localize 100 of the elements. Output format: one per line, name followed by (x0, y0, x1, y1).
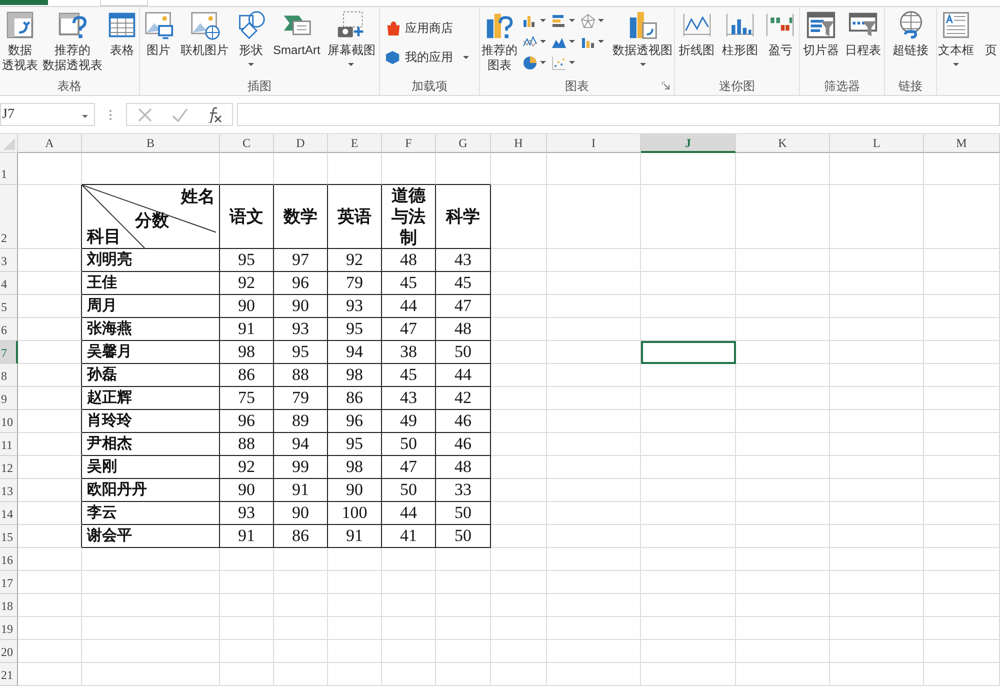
column-header[interactable]: D (274, 134, 328, 153)
table-cell[interactable]: 数学 (274, 185, 328, 249)
table-cell[interactable]: 41 (382, 525, 436, 548)
row-header[interactable]: 4 (0, 272, 18, 295)
formula-field[interactable] (237, 103, 1000, 126)
table-cell[interactable]: 99 (274, 456, 328, 479)
table-cell[interactable]: 96 (274, 272, 328, 295)
column-header[interactable]: G (436, 134, 491, 153)
table-cell[interactable]: 89 (274, 410, 328, 433)
row-header[interactable]: 3 (0, 249, 18, 272)
select-all-corner[interactable] (0, 134, 18, 153)
column-header[interactable]: M (924, 134, 1000, 153)
column-header[interactable]: L (830, 134, 924, 153)
table-cell[interactable]: 44 (436, 364, 491, 387)
table-cell[interactable]: 38 (382, 341, 436, 364)
name-box[interactable]: J7 (0, 103, 95, 126)
table-cell[interactable]: 50 (436, 525, 491, 548)
table-cell[interactable]: 95 (328, 318, 382, 341)
ribbon-button[interactable]: SmartArt (272, 7, 322, 58)
table-cell[interactable]: 96 (328, 410, 382, 433)
column-header[interactable]: A (18, 134, 82, 153)
table-cell[interactable]: 50 (382, 433, 436, 456)
table-cell[interactable]: 79 (274, 387, 328, 410)
table-cell[interactable]: 张海燕 (82, 318, 220, 341)
row-header[interactable]: 11 (0, 433, 18, 456)
ribbon-button[interactable]: 盈亏 (764, 7, 796, 58)
table-cell[interactable]: 91 (220, 525, 274, 548)
ribbon-button[interactable]: 联机图片 (180, 7, 230, 58)
row-header[interactable]: 12 (0, 456, 18, 479)
table-cell[interactable]: 92 (220, 272, 274, 295)
row-header[interactable]: 6 (0, 318, 18, 341)
table-cell[interactable]: 86 (220, 364, 274, 387)
row-header[interactable]: 8 (0, 364, 18, 387)
table-cell[interactable]: 吴馨月 (82, 341, 220, 364)
ribbon-tab[interactable] (100, 0, 148, 6)
row-header[interactable]: 17 (0, 571, 18, 594)
table-cell[interactable]: 尹相杰 (82, 433, 220, 456)
table-cell[interactable]: 86 (274, 525, 328, 548)
table-cell[interactable]: 谢会平 (82, 525, 220, 548)
ribbon-button[interactable]: 页 (975, 7, 1000, 58)
row-header[interactable]: 18 (0, 594, 18, 617)
table-cell[interactable]: 47 (436, 295, 491, 318)
table-cell[interactable]: 50 (436, 341, 491, 364)
ribbon-button[interactable]: 形状 (234, 7, 267, 67)
ribbon-button[interactable]: 屏幕截图 (326, 7, 376, 67)
row-header[interactable]: 2 (0, 185, 18, 249)
table-cell[interactable]: 94 (274, 433, 328, 456)
row-header[interactable]: 15 (0, 525, 18, 548)
file-tab[interactable] (0, 0, 48, 5)
table-cell[interactable]: 90 (220, 295, 274, 318)
table-cell[interactable]: 86 (328, 387, 382, 410)
table-cell[interactable]: 48 (436, 456, 491, 479)
table-cell[interactable]: 100 (328, 502, 382, 525)
ribbon-button[interactable]: 推荐的 数据透视表 (41, 7, 104, 73)
table-cell[interactable]: 43 (436, 249, 491, 272)
row-header[interactable]: 16 (0, 548, 18, 571)
row-header[interactable]: 7 (0, 341, 18, 364)
ribbon-button[interactable]: 文本框 (937, 7, 975, 67)
table-cell[interactable]: 科学 (436, 185, 491, 249)
row-header[interactable]: 21 (0, 663, 18, 686)
column-header[interactable]: H (491, 134, 547, 153)
column-header[interactable]: C (220, 134, 274, 153)
row-header[interactable]: 1 (0, 153, 18, 185)
table-cell[interactable]: 欧阳丹丹 (82, 479, 220, 502)
table-cell[interactable]: 95 (274, 341, 328, 364)
table-cell[interactable]: 45 (382, 272, 436, 295)
table-cell[interactable]: 46 (436, 433, 491, 456)
table-cell[interactable]: 47 (382, 318, 436, 341)
table-cell[interactable]: 48 (382, 249, 436, 272)
dialog-launcher-icon[interactable] (662, 82, 670, 90)
table-cell[interactable]: 44 (382, 502, 436, 525)
ribbon-button[interactable]: 应用商店 (384, 17, 455, 40)
column-header[interactable]: K (736, 134, 830, 153)
table-cell[interactable]: 79 (328, 272, 382, 295)
table-cell[interactable]: 王佳 (82, 272, 220, 295)
table-cell[interactable]: 93 (220, 502, 274, 525)
table-cell[interactable]: 92 (328, 249, 382, 272)
ribbon-button[interactable]: 我的应用 (384, 46, 471, 69)
table-cell[interactable]: 语文 (220, 185, 274, 249)
table-cell[interactable]: 42 (436, 387, 491, 410)
table-cell[interactable]: 43 (382, 387, 436, 410)
table-cell[interactable]: 45 (436, 272, 491, 295)
selected-cell[interactable] (641, 341, 736, 364)
table-cell[interactable]: 道德与法制 (382, 185, 436, 249)
table-cell[interactable]: 98 (328, 364, 382, 387)
table-cell[interactable]: 91 (220, 318, 274, 341)
checkmark-icon[interactable] (172, 106, 188, 122)
function-icon[interactable] (206, 106, 222, 122)
table-cell[interactable]: 93 (274, 318, 328, 341)
table-cell[interactable]: 90 (274, 502, 328, 525)
table-cell[interactable]: 90 (220, 479, 274, 502)
table-cell[interactable]: 周月 (82, 295, 220, 318)
table-cell[interactable]: 91 (328, 525, 382, 548)
cancel-icon[interactable] (136, 106, 152, 122)
ribbon-button[interactable]: 数据透视图 (612, 7, 674, 67)
table-cell[interactable]: 93 (328, 295, 382, 318)
table-cell[interactable]: 48 (436, 318, 491, 341)
table-cell[interactable]: 英语 (328, 185, 382, 249)
ribbon-button[interactable]: 推荐的 图表 (480, 7, 518, 73)
diagonal-header-cell[interactable]: 姓名 分数 科目 (82, 185, 220, 249)
